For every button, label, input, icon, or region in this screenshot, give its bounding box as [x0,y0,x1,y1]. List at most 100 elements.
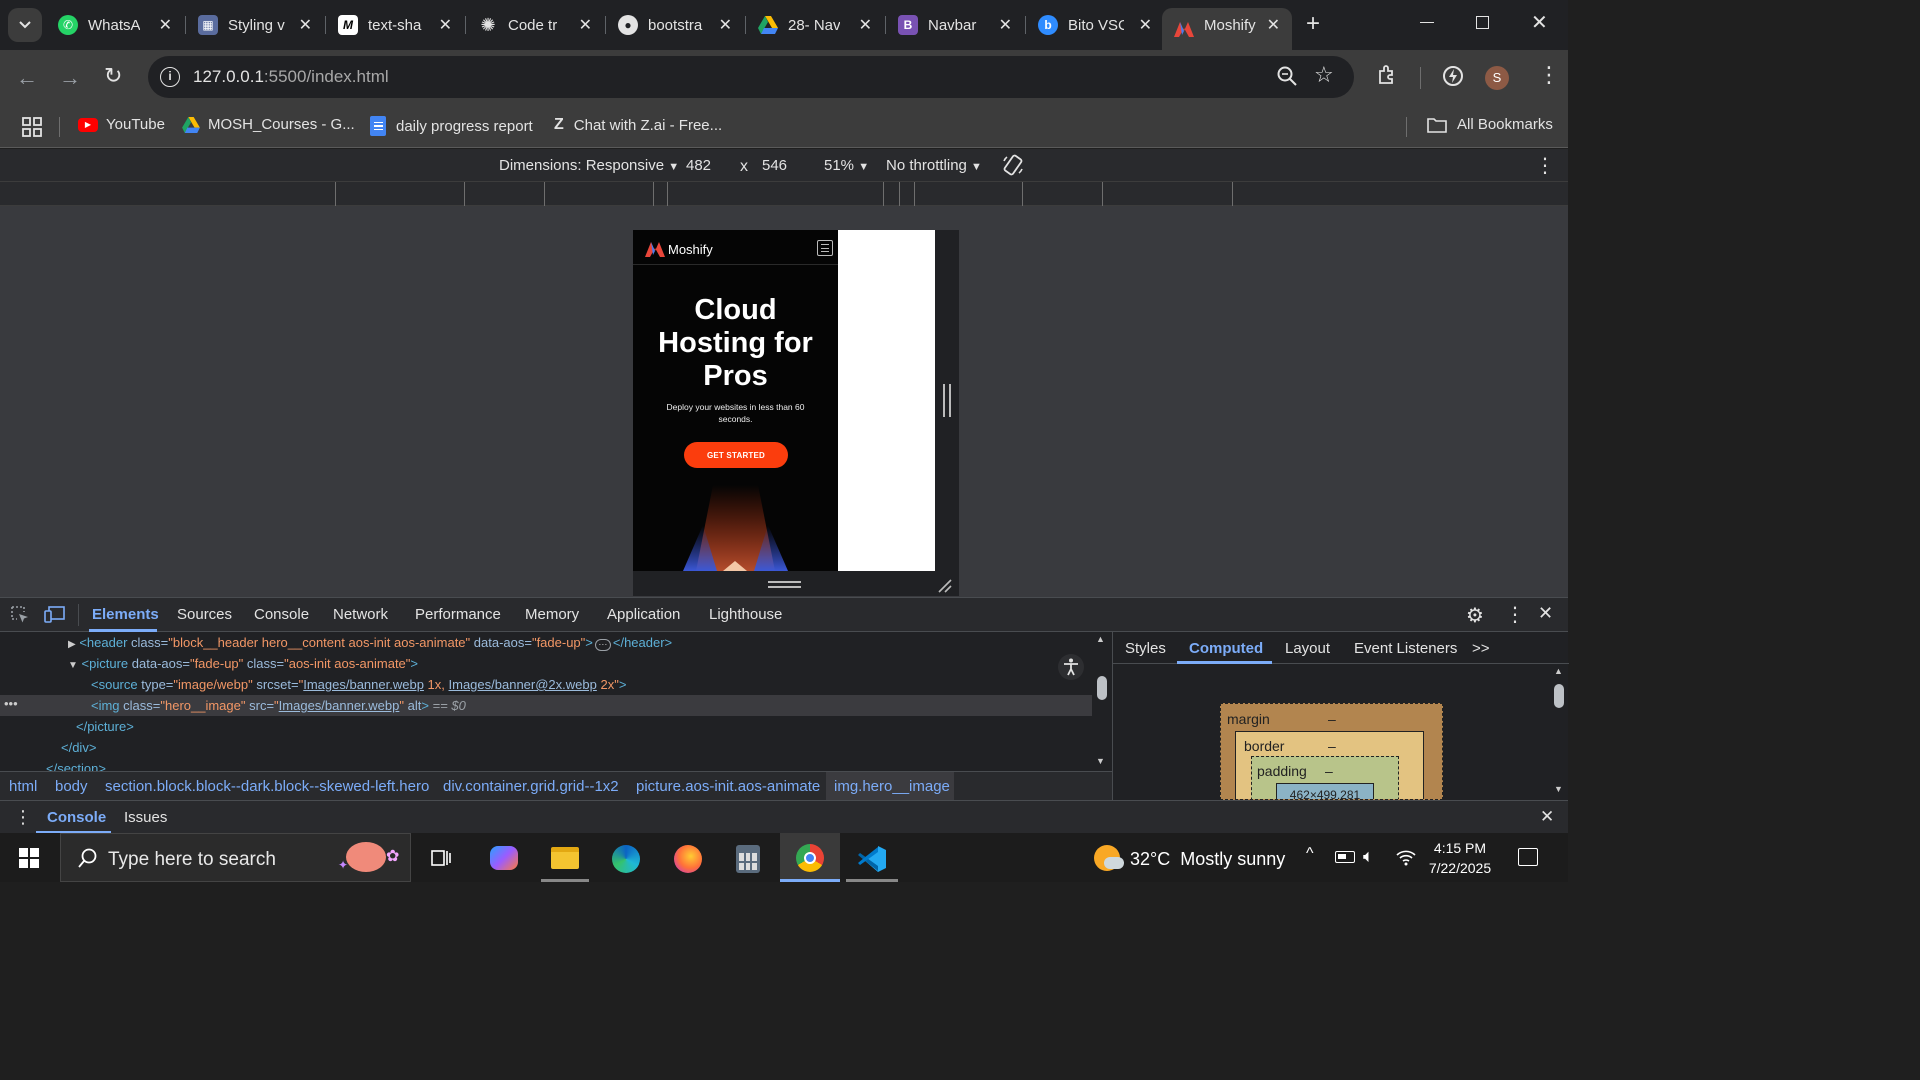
tab-layout[interactable]: Layout [1285,640,1330,657]
reload-icon[interactable]: ↻ [104,63,122,89]
performance-icon[interactable] [1441,64,1465,93]
tab-github[interactable]: ● bootstra ✕ [606,8,744,42]
tab-moshify[interactable]: Moshify ✕ [1162,8,1292,50]
dom-node-img[interactable]: <img class="hero__image" src="Images/ban… [91,698,466,713]
back-icon[interactable]: ← [16,65,38,91]
more-tabs-icon[interactable]: >> [1472,640,1490,657]
media-query-ruler[interactable] [0,181,1568,206]
wifi-icon[interactable] [1395,847,1417,872]
device-toggle-icon[interactable] [44,605,66,629]
battery-icon[interactable] [1335,851,1355,863]
zoom-icon[interactable] [1276,65,1298,92]
extensions-icon[interactable] [1377,64,1399,91]
dom-node-div-close[interactable]: </div> [61,740,96,755]
close-drawer-icon[interactable]: ✕ [1540,807,1554,827]
expand-arrow-icon[interactable]: ▶ [68,639,76,650]
tab-text-shadow[interactable]: M text-sha ✕ [326,8,464,42]
tab-computed[interactable]: Computed [1189,640,1263,657]
bookmark-daily-progress[interactable]: daily progress report [370,116,533,136]
forward-icon[interactable]: → [59,65,81,91]
tab-styling[interactable]: ▦ Styling v ✕ [186,8,324,42]
breadcrumb-item[interactable]: body [55,778,88,795]
bookmark-mosh-courses[interactable]: MOSH_Courses - G... [182,116,355,133]
weather-icon[interactable] [1094,845,1124,871]
srcset-link[interactable]: Images/banner@2x.webp [449,677,597,692]
scroll-up-icon[interactable]: ▲ [1096,634,1105,644]
bookmark-zai[interactable]: Z Chat with Z.ai - Free... [554,116,722,134]
height-input[interactable]: 546 [756,153,806,177]
close-icon[interactable]: ✕ [579,15,592,35]
all-bookmarks[interactable]: All Bookmarks [1427,116,1553,133]
vscode-icon[interactable] [857,845,887,878]
sidebar-scrollbar[interactable]: ▲ ▼ [1549,664,1569,800]
clock[interactable]: 4:15 PM 7/22/2025 [1420,838,1500,878]
settings-gear-icon[interactable]: ⚙ [1466,603,1484,628]
zoom-select[interactable]: 51% ▼ [824,157,869,174]
tab-network[interactable]: Network [333,606,388,623]
tab-application[interactable]: Application [607,606,680,623]
tab-memory[interactable]: Memory [525,606,579,623]
srcset-link[interactable]: Images/banner.webp [303,677,424,692]
url-text[interactable]: 127.0.0.1:5500/index.html [193,67,389,87]
accessibility-icon[interactable] [1058,654,1084,680]
corner-resize-handle[interactable] [937,578,953,599]
drawer-menu-icon[interactable]: ⋮ [14,807,32,828]
close-icon[interactable]: ✕ [1267,15,1280,35]
device-more-icon[interactable]: ⋮ [1535,153,1555,178]
elements-tree[interactable]: ▶ <header class="block__header hero__con… [0,632,1112,771]
tab-code[interactable]: ✺ Code tr ✕ [466,8,604,42]
minimize-button[interactable] [1420,22,1434,23]
scroll-down-icon[interactable]: ▼ [1096,756,1105,766]
breadcrumb-item[interactable]: picture.aos-init.aos-animate [636,778,820,795]
copilot-icon[interactable] [490,846,518,870]
bookmark-star-icon[interactable]: ☆ [1314,62,1334,88]
avatar[interactable]: S [1485,66,1509,90]
close-icon[interactable]: ✕ [439,15,452,35]
width-input[interactable]: 482 [680,153,730,177]
firefox-icon[interactable] [674,845,702,873]
row-dots-icon[interactable]: ••• [4,696,18,711]
scroll-thumb[interactable] [1554,684,1564,708]
ellipsis-icon[interactable]: ··· [594,639,611,651]
tab-event-listeners[interactable]: Event Listeners [1354,640,1457,657]
dom-node-source[interactable]: <source type="image/webp" srcset="Images… [91,677,626,692]
tab-bito[interactable]: b Bito VSC ✕ [1026,8,1164,42]
close-icon[interactable]: ✕ [719,15,732,35]
dom-node-picture-close[interactable]: </picture> [76,719,134,734]
address-bar[interactable]: i 127.0.0.1:5500/index.html ☆ [148,56,1354,98]
scroll-up-icon[interactable]: ▲ [1554,666,1563,676]
width-resize-handle[interactable] [943,384,951,417]
dimensions-select[interactable]: Dimensions: Responsive ▼ [499,157,679,174]
tab-drive[interactable]: 28- Nav ✕ [746,8,884,42]
new-tab-button[interactable]: + [1306,10,1320,38]
taskbar-search-box[interactable]: Type here to search ✦ ✿ [60,833,411,882]
breadcrumb-item[interactable]: div.container.grid.grid--1x2 [443,778,619,795]
task-view-icon[interactable] [429,848,453,873]
close-window-button[interactable]: ✕ [1531,10,1548,35]
tab-performance[interactable]: Performance [415,606,501,623]
windows-start-icon[interactable] [19,848,39,868]
apps-icon[interactable] [22,117,42,142]
tab-search-button[interactable] [8,8,42,42]
dom-node-section-close[interactable]: </section> [46,761,106,771]
drawer-tab-issues[interactable]: Issues [124,809,167,826]
throttling-select[interactable]: No throttling ▼ [886,157,982,174]
scroll-thumb[interactable] [1097,676,1107,700]
dom-node-picture[interactable]: ▼ <picture data-aos="fade-up" class="aos… [68,656,418,671]
breadcrumb-item[interactable]: html [9,778,37,795]
collapse-arrow-icon[interactable]: ▼ [68,660,78,671]
bookmark-youtube[interactable]: ▶ YouTube [78,116,165,133]
tab-styles[interactable]: Styles [1125,640,1166,657]
tab-console[interactable]: Console [254,606,309,623]
breadcrumb-item[interactable]: section.block.block--dark.block--skewed-… [105,778,429,795]
show-hidden-icons-icon[interactable]: ^ [1306,845,1314,863]
chrome-taskbar-button[interactable] [780,833,840,882]
volume-icon[interactable]: 🔈︎ [1363,846,1374,867]
drawer-tab-console[interactable]: Console [47,809,106,826]
tab-navbar[interactable]: B Navbar ✕ [886,8,1024,42]
close-icon[interactable]: ✕ [159,15,172,35]
site-info-icon[interactable]: i [160,67,180,87]
tree-scrollbar[interactable]: ▲ ▼ [1092,632,1112,771]
close-icon[interactable]: ✕ [1139,15,1152,35]
chrome-menu-icon[interactable]: ⋮ [1538,64,1560,86]
